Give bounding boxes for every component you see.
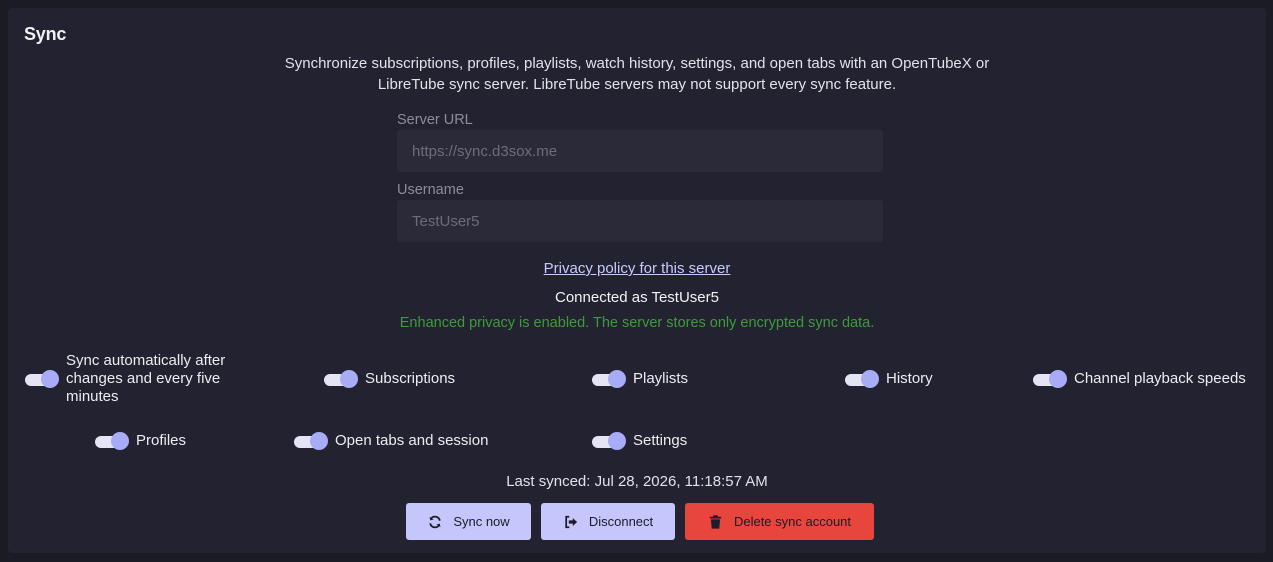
toggle-label: Open tabs and session <box>335 432 489 449</box>
toggle-open-tabs-and-session[interactable]: Open tabs and session <box>294 432 488 450</box>
settings-switch[interactable] <box>592 432 626 450</box>
sync-settings-panel: Sync Synchronize subscriptions, profiles… <box>8 8 1266 553</box>
sync-icon <box>427 514 443 530</box>
auto-sync-switch[interactable] <box>25 370 59 388</box>
toggle-auto-sync[interactable]: Sync automatically after changes and eve… <box>25 352 225 406</box>
last-synced-text: Last synced: Jul 28, 2026, 11:18:57 AM <box>506 473 768 490</box>
description-line-1: Synchronize subscriptions, profiles, pla… <box>284 55 990 72</box>
channel-playback-speeds-switch[interactable] <box>1033 370 1067 388</box>
server-url-input[interactable] <box>397 130 883 172</box>
connection-status: Connected as TestUser5 <box>555 289 719 306</box>
sign-out-icon <box>563 514 579 530</box>
playlists-switch[interactable] <box>592 370 626 388</box>
toggle-channel-playback-speeds[interactable]: Channel playback speeds <box>1033 370 1246 388</box>
sync-now-label: Sync now <box>453 514 510 529</box>
privacy-policy-row: Privacy policy for this server <box>8 260 1266 277</box>
open-tabs-switch[interactable] <box>294 432 328 450</box>
history-switch[interactable] <box>845 370 879 388</box>
subscriptions-switch[interactable] <box>324 370 358 388</box>
username-label: Username <box>397 182 464 198</box>
server-url-label: Server URL <box>397 112 473 128</box>
toggle-label: Subscriptions <box>365 370 456 387</box>
disconnect-button[interactable]: Disconnect <box>541 503 675 540</box>
toggle-label: History <box>886 370 933 387</box>
trash-icon <box>708 514 724 530</box>
toggle-settings[interactable]: Settings <box>592 432 687 450</box>
disconnect-label: Disconnect <box>588 514 654 529</box>
toggle-label: Channel playback speeds <box>1074 370 1246 387</box>
username-input[interactable] <box>397 200 883 242</box>
toggle-label: Profiles <box>136 432 187 449</box>
toggle-label: Settings <box>633 432 688 449</box>
delete-sync-account-label: Delete sync account <box>733 514 852 529</box>
sync-description: Synchronize subscriptions, profiles, pla… <box>8 53 1266 95</box>
section-title: Sync <box>24 24 67 44</box>
description-line-2: LibreTube sync server. LibreTube servers… <box>377 76 897 93</box>
toggle-subscriptions[interactable]: Subscriptions <box>324 370 455 388</box>
delete-sync-account-button[interactable]: Delete sync account <box>685 503 874 540</box>
toggle-profiles[interactable]: Profiles <box>95 432 186 450</box>
privacy-policy-link[interactable]: Privacy policy for this server <box>544 260 731 277</box>
profiles-switch[interactable] <box>95 432 129 450</box>
toggle-playlists[interactable]: Playlists <box>592 370 688 388</box>
toggle-history[interactable]: History <box>845 370 933 388</box>
privacy-status-note: Enhanced privacy is enabled. The server … <box>399 315 875 331</box>
sync-now-button[interactable]: Sync now <box>406 503 531 540</box>
toggle-label: Playlists <box>633 370 689 387</box>
toggle-label: Sync automatically after changes and eve… <box>66 352 226 405</box>
